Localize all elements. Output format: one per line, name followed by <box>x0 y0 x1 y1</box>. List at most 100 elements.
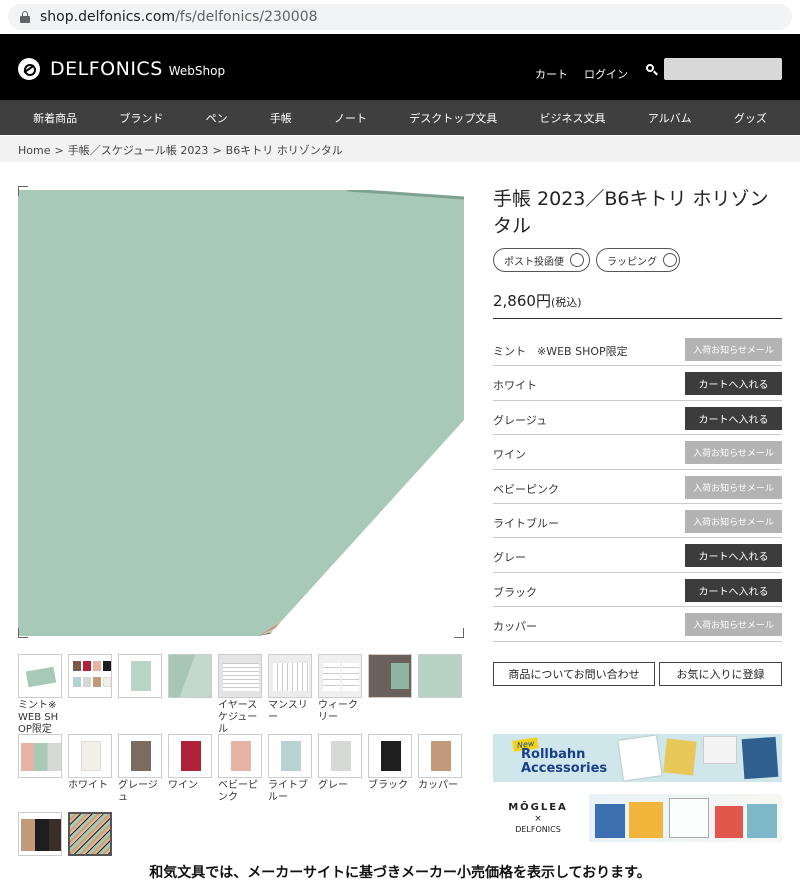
login-link[interactable]: ログイン <box>584 66 628 82</box>
thumbnail[interactable]: カッパー <box>418 734 462 792</box>
add-to-cart-button[interactable]: カートへ入れる <box>685 578 782 602</box>
nav-item-goods[interactable]: グッズ <box>734 110 767 126</box>
thumbnail-image <box>318 734 362 778</box>
thumbnail-image <box>118 654 162 698</box>
variant-row: ワイン 入荷お知らせメール <box>493 435 782 470</box>
thumbnail-image <box>268 734 312 778</box>
site-logo[interactable]: DELFONICS WebShop <box>18 58 225 80</box>
nav-item-desktop[interactable]: デスクトップ文具 <box>409 110 497 126</box>
moglea-delfonics-banner[interactable]: MŌGLEA × DELFONICS <box>493 794 782 842</box>
thumbnail[interactable]: イヤースケジュール <box>218 654 262 736</box>
nav-item-notebook[interactable]: ノート <box>334 110 367 126</box>
variant-name: ブラック <box>493 585 537 599</box>
variant-list: ミント ※WEB SHOP限定 入荷お知らせメール ホワイト カートへ入れる グレー… <box>493 332 782 642</box>
collab-x: × <box>534 814 542 824</box>
tag-post-delivery[interactable]: ポスト投函便 <box>493 248 590 272</box>
thumbnail-image <box>168 654 212 698</box>
nav-item-new[interactable]: 新着商品 <box>33 110 77 126</box>
price-value: 2,860円 <box>493 292 551 310</box>
category-nav: 新着商品 ブランド ペン 手帳 ノート デスクトップ文具 ビジネス文具 アルバム… <box>0 100 800 135</box>
banner-title-line1: Rollbahn <box>521 747 586 762</box>
variant-name: ミント ※WEB SHOP限定 <box>493 345 628 358</box>
variant-row: グレー カートへ入れる <box>493 538 782 573</box>
lock-icon <box>20 11 30 23</box>
price-disclaimer: 和気文具では、メーカーサイトに基づきメーカー小売価格を表示しております。 <box>149 865 651 881</box>
breadcrumb-current: B6キトリ ホリゾンタル <box>225 144 343 157</box>
thumbnail[interactable]: ベビーピンク <box>218 734 262 804</box>
breadcrumb: Home > 手帳／スケジュール帳 2023 > B6キトリ ホリゾンタル <box>0 136 800 162</box>
breadcrumb-category[interactable]: 手帳／スケジュール帳 2023 <box>68 144 209 157</box>
moglea-logo: MŌGLEA <box>508 802 568 813</box>
search-icon[interactable] <box>646 64 658 76</box>
add-to-cart-button[interactable]: カートへ入れる <box>685 406 782 430</box>
rollbahn-accessories-banner[interactable]: New Rollbahn Accessories <box>493 734 782 782</box>
thumbnail[interactable] <box>18 734 62 780</box>
tag-wrapping[interactable]: ラッピング <box>596 248 680 272</box>
thumbnail-image <box>368 654 412 698</box>
thumbnail[interactable]: マンスリー <box>268 654 312 724</box>
thumbnail[interactable] <box>368 654 412 700</box>
thumbnail[interactable]: ホワイト <box>68 734 112 792</box>
thumbnail-image <box>218 734 262 778</box>
thumbnail[interactable] <box>418 654 462 700</box>
thumbnail-image <box>318 654 362 698</box>
brand-sub: WebShop <box>168 64 226 78</box>
product-inquiry-button[interactable]: 商品についてお問い合わせ <box>493 662 655 686</box>
thumbnail-image <box>368 734 412 778</box>
restock-notify-button[interactable]: 入荷お知らせメール <box>685 613 782 637</box>
thumbnail-image <box>118 734 162 778</box>
thumbnail-image <box>18 734 62 778</box>
binder-photo <box>741 736 779 780</box>
collab-photo <box>589 794 782 842</box>
nav-item-pen[interactable]: ペン <box>206 110 228 126</box>
thumbnail[interactable]: ワイン <box>168 734 212 792</box>
thumbnail[interactable]: ウィークリー <box>318 654 362 724</box>
thumbnail[interactable]: ライトブルー <box>268 734 312 804</box>
thumbnail-image <box>18 812 62 856</box>
pouch-photo <box>663 738 697 776</box>
thumbnail[interactable] <box>118 654 162 700</box>
breadcrumb-home[interactable]: Home <box>18 144 50 157</box>
thumbnail[interactable]: グレージュ <box>118 734 162 804</box>
url-field[interactable]: shop.delfonics.com/fs/delfonics/230008 <box>8 4 792 30</box>
variant-row: ホワイト カートへ入れる <box>493 366 782 401</box>
banner-title: Rollbahn Accessories <box>521 748 607 776</box>
url-text: shop.delfonics.com/fs/delfonics/230008 <box>40 9 318 25</box>
thumbnail-image <box>68 734 112 778</box>
restock-notify-button[interactable]: 入荷お知らせメール <box>685 475 782 499</box>
add-to-cart-button[interactable]: カートへ入れる <box>685 544 782 568</box>
restock-notify-button[interactable]: 入荷お知らせメール <box>685 509 782 533</box>
notebook-photo <box>618 735 662 781</box>
nav-item-brand[interactable]: ブランド <box>119 110 163 126</box>
variant-row: カッパー 入荷お知らせメール <box>493 607 782 642</box>
thumbnail[interactable]: グレー <box>318 734 362 792</box>
product-main-image[interactable] <box>18 190 464 636</box>
variant-name: ライトブルー <box>493 516 559 530</box>
thumbnail[interactable]: ブラック <box>368 734 412 792</box>
restock-notify-button[interactable]: 入荷お知らせメール <box>685 441 782 465</box>
nav-item-album[interactable]: アルバム <box>648 110 692 126</box>
thumbnail-selected[interactable] <box>68 812 112 858</box>
thumbnail[interactable] <box>18 812 62 858</box>
variant-row: ブラック カートへ入れる <box>493 573 782 608</box>
nav-item-business[interactable]: ビジネス文具 <box>540 110 606 126</box>
nav-item-planner[interactable]: 手帳 <box>270 110 292 126</box>
banner-title-line2: Accessories <box>521 761 608 776</box>
product-price: 2,860円(税込) <box>493 290 582 311</box>
add-to-favorites-button[interactable]: お気に入りに登録 <box>659 662 782 686</box>
site-header: DELFONICS WebShop カート ログイン <box>0 34 800 100</box>
price-tax: (税込) <box>550 296 582 309</box>
tag-label: ポスト投函便 <box>504 256 564 268</box>
add-to-cart-button[interactable]: カートへ入れる <box>685 372 782 396</box>
info-circle-icon <box>570 253 584 267</box>
thumbnail-image <box>418 734 462 778</box>
variant-name: ホワイト <box>493 379 537 393</box>
brand-name: DELFONICS <box>50 58 163 80</box>
cart-link[interactable]: カート <box>535 66 568 82</box>
thumbnail[interactable] <box>168 654 212 700</box>
thumbnail[interactable]: ミント※WEB SHOP限定 <box>18 654 62 736</box>
thumbnail[interactable] <box>68 654 112 700</box>
restock-notify-button[interactable]: 入荷お知らせメール <box>685 338 782 361</box>
search-input[interactable] <box>664 58 782 80</box>
thumbnail-image <box>218 654 262 698</box>
